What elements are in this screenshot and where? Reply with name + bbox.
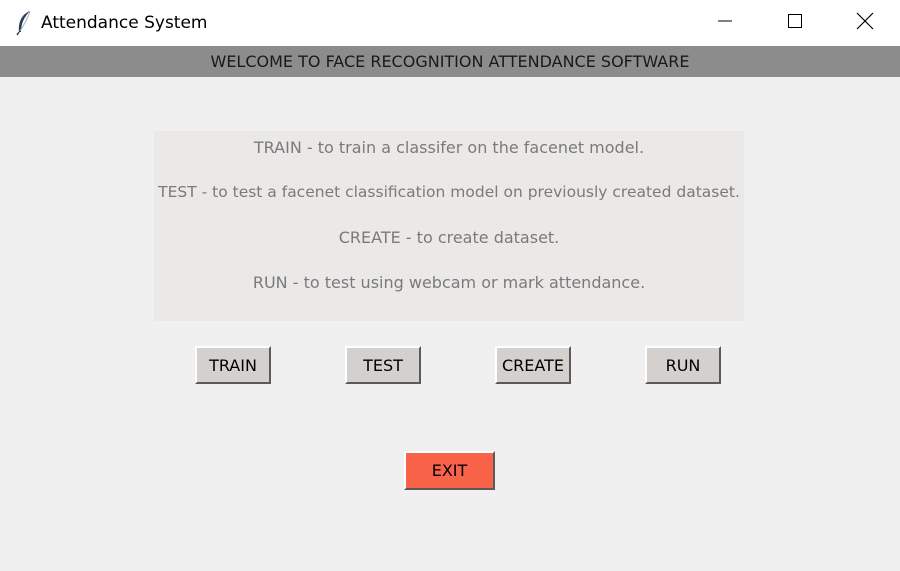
minimize-icon xyxy=(717,13,733,33)
maximize-icon xyxy=(787,13,803,33)
welcome-banner: WELCOME TO FACE RECOGNITION ATTENDANCE S… xyxy=(0,46,900,77)
app-window: Attendance System WELCOME TO FACE RECOGN… xyxy=(0,0,900,571)
title-bar[interactable]: Attendance System xyxy=(0,0,900,46)
instruction-train: TRAIN - to train a classifer on the face… xyxy=(253,138,645,157)
instruction-run: RUN - to test using webcam or mark atten… xyxy=(252,273,646,292)
instruction-create: CREATE - to create dataset. xyxy=(338,228,560,247)
close-button[interactable] xyxy=(830,0,900,46)
window-title: Attendance System xyxy=(41,13,208,33)
exit-button[interactable]: EXIT xyxy=(404,451,495,490)
train-button[interactable]: TRAIN xyxy=(195,346,271,384)
minimize-button[interactable] xyxy=(690,0,760,46)
instructions-panel: TRAIN - to train a classifer on the face… xyxy=(154,131,744,321)
test-button[interactable]: TEST xyxy=(345,346,421,384)
run-button[interactable]: RUN xyxy=(645,346,721,384)
feather-icon xyxy=(14,10,34,36)
instruction-test: TEST - to test a facenet classification … xyxy=(158,183,740,201)
close-icon xyxy=(856,12,874,34)
maximize-button[interactable] xyxy=(760,0,830,46)
create-button[interactable]: CREATE xyxy=(495,346,571,384)
welcome-banner-text: WELCOME TO FACE RECOGNITION ATTENDANCE S… xyxy=(210,52,690,71)
